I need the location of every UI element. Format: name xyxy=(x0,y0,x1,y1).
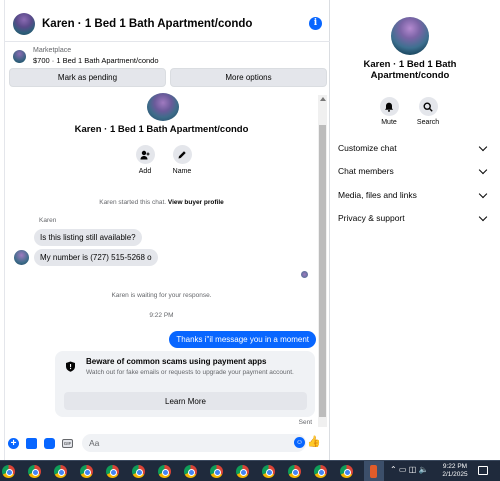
clock-time: 9:22 PM xyxy=(442,463,468,470)
thumbs-up-icon[interactable]: 👍 xyxy=(307,436,321,449)
chat-info-sidebar: Karen · 1 Bed 1 Bath Apartment/condo Mut… xyxy=(330,0,500,460)
mute-button[interactable]: Mute xyxy=(371,97,407,126)
sent-status: Sent xyxy=(298,419,312,426)
profile-name: Karen · 1 Bed 1 Bath Apartment/condo xyxy=(74,124,249,135)
chat-members-row[interactable]: Chat members xyxy=(338,165,488,176)
learn-more-button[interactable]: Learn More xyxy=(64,392,307,410)
chevron-down-icon xyxy=(478,212,488,221)
search-label: Search xyxy=(416,119,440,126)
chat-members-label: Chat members xyxy=(338,166,394,176)
chrome-icon[interactable] xyxy=(132,465,145,478)
conversation-title[interactable]: Karen · 1 Bed 1 Bath Apartment/condo xyxy=(42,18,252,30)
chrome-icon[interactable] xyxy=(106,465,119,478)
listing-label: Marketplace xyxy=(33,47,72,54)
incoming-message[interactable]: My number is (727) 515-5268 o xyxy=(34,249,158,266)
message-input[interactable]: Aa xyxy=(82,434,306,452)
chevron-down-icon xyxy=(478,142,488,151)
sender-avatar[interactable] xyxy=(14,250,29,265)
plus-icon[interactable]: + xyxy=(8,437,19,449)
thread-scrollbar[interactable] xyxy=(318,95,327,427)
chat-started-text: Karen started this chat. xyxy=(99,199,167,206)
waiting-notice: Karen is waiting for your response. xyxy=(111,292,212,299)
chat-started-notice: Karen started this chat. View buyer prof… xyxy=(5,199,318,206)
name-label: Name xyxy=(172,168,192,175)
privacy-support-row[interactable]: Privacy & support xyxy=(338,212,488,223)
chrome-icon[interactable] xyxy=(288,465,301,478)
search-button[interactable]: Search xyxy=(410,97,446,126)
listing-price-title: $700 · 1 Bed 1 Bath Apartment/condo xyxy=(33,56,159,65)
chrome-icon[interactable] xyxy=(184,465,197,478)
add-label: Add xyxy=(138,168,152,175)
listing-thumbnail xyxy=(13,49,26,63)
chrome-icon[interactable] xyxy=(54,465,67,478)
sender-name: Karen xyxy=(39,217,57,224)
scrollbar-thumb[interactable] xyxy=(319,125,326,417)
taskbar: ⌃ ▭ ◫ 🔈 9:22 PM 2/1/2025 xyxy=(0,460,500,481)
photo-icon[interactable] xyxy=(26,437,37,449)
gif-label: GIF xyxy=(62,438,73,448)
sidebar-avatar[interactable] xyxy=(391,17,429,55)
name-button[interactable]: Name xyxy=(167,145,197,175)
media-files-links-label: Media, files and links xyxy=(338,190,417,200)
customize-chat-label: Customize chat xyxy=(338,143,397,153)
taskbar-clock[interactable]: 9:22 PM 2/1/2025 xyxy=(438,463,472,479)
scroll-up-arrow-icon[interactable] xyxy=(320,97,326,101)
chrome-icon[interactable] xyxy=(210,465,223,478)
sidebar-name: Karen · 1 Bed 1 Bath Apartment/condo xyxy=(363,59,457,81)
message-composer: + GIF Aa ☺ 👍 xyxy=(5,430,330,456)
add-person-icon xyxy=(135,145,155,164)
system-tray[interactable]: ⌃ ▭ ◫ 🔈 xyxy=(390,465,428,474)
warning-body: Watch out for fake emails or requests to… xyxy=(86,369,294,376)
customize-chat-row[interactable]: Customize chat xyxy=(338,142,488,153)
conversation-pane: Karen · 1 Bed 1 Bath Apartment/condo i M… xyxy=(5,0,330,460)
avatar[interactable] xyxy=(13,12,35,35)
search-icon xyxy=(418,97,438,116)
message-timestamp: 9:22 PM xyxy=(149,312,174,319)
marketplace-listing[interactable]: Marketplace $700 · 1 Bed 1 Bath Apartmen… xyxy=(5,43,330,69)
conversation-header: Karen · 1 Bed 1 Bath Apartment/condo i xyxy=(5,6,330,42)
chrome-icon[interactable] xyxy=(340,465,353,478)
clock-date: 2/1/2025 xyxy=(442,471,468,478)
sticker-icon[interactable] xyxy=(44,437,55,449)
chrome-icon[interactable] xyxy=(158,465,171,478)
privacy-support-label: Privacy & support xyxy=(338,213,405,223)
seen-avatar-icon xyxy=(301,271,308,278)
incoming-message[interactable]: Is this listing still available? xyxy=(34,229,142,246)
chevron-down-icon xyxy=(478,165,488,174)
pencil-icon xyxy=(172,145,192,164)
listing-actions: Mark as pending More options xyxy=(5,68,330,88)
chrome-icon[interactable] xyxy=(80,465,93,478)
message-thread: Karen · 1 Bed 1 Bath Apartment/condo Add… xyxy=(5,93,318,427)
chevron-down-icon xyxy=(478,189,488,198)
warning-title: Beware of common scams using payment app… xyxy=(86,357,267,366)
more-options-button[interactable]: More options xyxy=(170,68,327,87)
emoji-icon[interactable]: ☺ xyxy=(294,437,305,448)
outgoing-message[interactable]: Thanks i"il message you in a moment xyxy=(169,331,316,348)
app-icon[interactable] xyxy=(370,465,377,478)
gif-icon[interactable]: GIF xyxy=(62,438,73,449)
scam-warning-card: Beware of common scams using payment app… xyxy=(55,351,315,417)
shield-icon xyxy=(66,361,75,372)
chrome-icon[interactable] xyxy=(2,465,15,478)
notification-icon[interactable] xyxy=(478,466,488,475)
chrome-icon[interactable] xyxy=(236,465,249,478)
profile-avatar[interactable] xyxy=(147,93,179,121)
mute-label: Mute xyxy=(381,119,397,126)
chrome-icon[interactable] xyxy=(28,465,41,478)
mark-as-pending-button[interactable]: Mark as pending xyxy=(9,68,166,87)
bell-icon xyxy=(379,97,399,116)
chrome-icon[interactable] xyxy=(262,465,275,478)
chrome-icon[interactable] xyxy=(314,465,327,478)
info-icon[interactable]: i xyxy=(309,17,322,30)
view-buyer-profile-link[interactable]: View buyer profile xyxy=(168,199,224,206)
media-files-links-row[interactable]: Media, files and links xyxy=(338,189,488,200)
add-button[interactable]: Add xyxy=(130,145,160,175)
